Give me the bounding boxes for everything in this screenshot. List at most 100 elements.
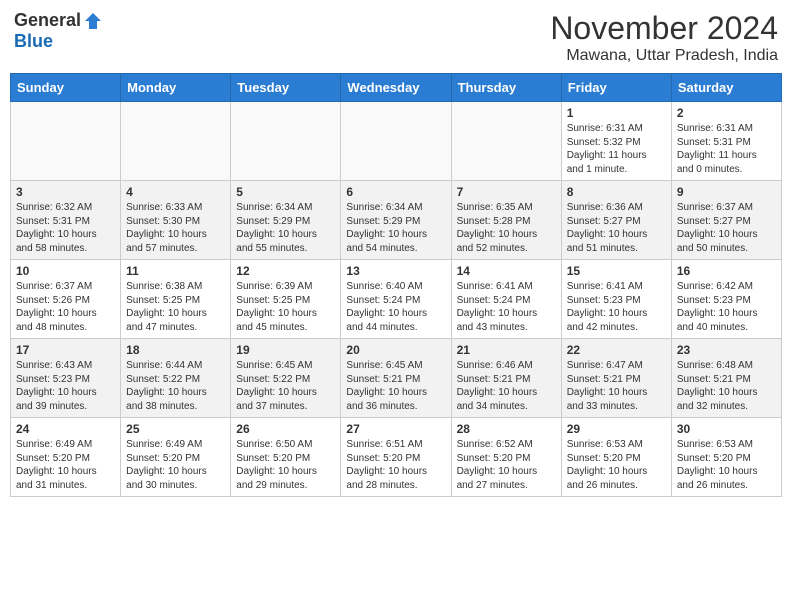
day-number: 1 [567, 106, 666, 120]
logo: General Blue [14, 10, 103, 52]
calendar-cell: 21 Sunrise: 6:46 AM Sunset: 5:21 PM Dayli… [451, 339, 561, 418]
calendar-cell: 24 Sunrise: 6:49 AM Sunset: 5:20 PM Dayli… [11, 418, 121, 497]
day-info: Sunrise: 6:43 AM Sunset: 5:23 PM Dayligh… [16, 359, 115, 413]
calendar-cell [11, 102, 121, 181]
day-info: Sunrise: 6:52 AM Sunset: 5:20 PM Dayligh… [457, 438, 556, 492]
calendar-cell: 28 Sunrise: 6:52 AM Sunset: 5:20 PM Dayli… [451, 418, 561, 497]
day-number: 9 [677, 185, 776, 199]
calendar-week-row: 3 Sunrise: 6:32 AM Sunset: 5:31 PM Daylig… [11, 181, 782, 260]
day-of-week-header: Monday [121, 74, 231, 102]
day-number: 18 [126, 343, 225, 357]
calendar-cell [231, 102, 341, 181]
day-info: Sunrise: 6:37 AM Sunset: 5:27 PM Dayligh… [677, 201, 776, 255]
day-number: 14 [457, 264, 556, 278]
day-number: 30 [677, 422, 776, 436]
day-info: Sunrise: 6:35 AM Sunset: 5:28 PM Dayligh… [457, 201, 556, 255]
calendar-header-row: SundayMondayTuesdayWednesdayThursdayFrid… [11, 74, 782, 102]
logo-icon [83, 11, 103, 31]
calendar-cell [451, 102, 561, 181]
page-header: General Blue November 2024 Mawana, Uttar… [10, 10, 782, 65]
day-info: Sunrise: 6:49 AM Sunset: 5:20 PM Dayligh… [16, 438, 115, 492]
day-of-week-header: Sunday [11, 74, 121, 102]
day-info: Sunrise: 6:42 AM Sunset: 5:23 PM Dayligh… [677, 280, 776, 334]
day-of-week-header: Wednesday [341, 74, 451, 102]
day-number: 22 [567, 343, 666, 357]
calendar-cell: 22 Sunrise: 6:47 AM Sunset: 5:21 PM Dayli… [561, 339, 671, 418]
location: Mawana, Uttar Pradesh, India [550, 47, 778, 65]
calendar-cell: 14 Sunrise: 6:41 AM Sunset: 5:24 PM Dayli… [451, 260, 561, 339]
day-info: Sunrise: 6:46 AM Sunset: 5:21 PM Dayligh… [457, 359, 556, 413]
day-number: 12 [236, 264, 335, 278]
day-number: 20 [346, 343, 445, 357]
day-info: Sunrise: 6:48 AM Sunset: 5:21 PM Dayligh… [677, 359, 776, 413]
day-number: 27 [346, 422, 445, 436]
day-number: 8 [567, 185, 666, 199]
calendar-cell: 20 Sunrise: 6:45 AM Sunset: 5:21 PM Dayli… [341, 339, 451, 418]
calendar-cell: 4Sunrise: 6:33 AM Sunset: 5:30 PM Daylig… [121, 181, 231, 260]
calendar-cell: 17 Sunrise: 6:43 AM Sunset: 5:23 PM Dayli… [11, 339, 121, 418]
day-info: Sunrise: 6:53 AM Sunset: 5:20 PM Dayligh… [677, 438, 776, 492]
calendar-week-row: 1 Sunrise: 6:31 AM Sunset: 5:32 PM Daylig… [11, 102, 782, 181]
title-block: November 2024 Mawana, Uttar Pradesh, Ind… [550, 10, 778, 65]
day-info: Sunrise: 6:45 AM Sunset: 5:21 PM Dayligh… [346, 359, 445, 413]
day-number: 26 [236, 422, 335, 436]
day-number: 23 [677, 343, 776, 357]
calendar-cell: 26 Sunrise: 6:50 AM Sunset: 5:20 PM Dayli… [231, 418, 341, 497]
day-number: 21 [457, 343, 556, 357]
day-info: Sunrise: 6:47 AM Sunset: 5:21 PM Dayligh… [567, 359, 666, 413]
day-info: Sunrise: 6:31 AM Sunset: 5:31 PM Dayligh… [677, 122, 776, 176]
calendar-cell: 5 Sunrise: 6:34 AM Sunset: 5:29 PM Daylig… [231, 181, 341, 260]
day-info: Sunrise: 6:45 AM Sunset: 5:22 PM Dayligh… [236, 359, 335, 413]
calendar-cell: 12 Sunrise: 6:39 AM Sunset: 5:25 PM Dayli… [231, 260, 341, 339]
calendar-cell: 16 Sunrise: 6:42 AM Sunset: 5:23 PM Dayli… [671, 260, 781, 339]
calendar-cell: 6 Sunrise: 6:34 AM Sunset: 5:29 PM Daylig… [341, 181, 451, 260]
day-number: 4 [126, 185, 225, 199]
day-of-week-header: Tuesday [231, 74, 341, 102]
month-title: November 2024 [550, 10, 778, 47]
calendar-cell: 19 Sunrise: 6:45 AM Sunset: 5:22 PM Dayli… [231, 339, 341, 418]
calendar-table: SundayMondayTuesdayWednesdayThursdayFrid… [10, 73, 782, 497]
day-of-week-header: Saturday [671, 74, 781, 102]
day-number: 5 [236, 185, 335, 199]
day-number: 24 [16, 422, 115, 436]
calendar-week-row: 10 Sunrise: 6:37 AM Sunset: 5:26 PM Dayli… [11, 260, 782, 339]
calendar-cell: 27 Sunrise: 6:51 AM Sunset: 5:20 PM Dayli… [341, 418, 451, 497]
day-of-week-header: Friday [561, 74, 671, 102]
calendar-cell: 8Sunrise: 6:36 AM Sunset: 5:27 PM Daylig… [561, 181, 671, 260]
logo-general-text: General [14, 10, 81, 31]
day-number: 16 [677, 264, 776, 278]
day-of-week-header: Thursday [451, 74, 561, 102]
calendar-body: 1 Sunrise: 6:31 AM Sunset: 5:32 PM Daylig… [11, 102, 782, 497]
day-info: Sunrise: 6:41 AM Sunset: 5:24 PM Dayligh… [457, 280, 556, 334]
day-number: 7 [457, 185, 556, 199]
day-number: 10 [16, 264, 115, 278]
calendar-cell: 18Sunrise: 6:44 AM Sunset: 5:22 PM Dayli… [121, 339, 231, 418]
day-info: Sunrise: 6:53 AM Sunset: 5:20 PM Dayligh… [567, 438, 666, 492]
day-info: Sunrise: 6:51 AM Sunset: 5:20 PM Dayligh… [346, 438, 445, 492]
day-info: Sunrise: 6:32 AM Sunset: 5:31 PM Dayligh… [16, 201, 115, 255]
calendar-cell: 7 Sunrise: 6:35 AM Sunset: 5:28 PM Daylig… [451, 181, 561, 260]
day-info: Sunrise: 6:34 AM Sunset: 5:29 PM Dayligh… [236, 201, 335, 255]
day-number: 17 [16, 343, 115, 357]
day-number: 15 [567, 264, 666, 278]
day-number: 3 [16, 185, 115, 199]
day-info: Sunrise: 6:34 AM Sunset: 5:29 PM Dayligh… [346, 201, 445, 255]
day-info: Sunrise: 6:41 AM Sunset: 5:23 PM Dayligh… [567, 280, 666, 334]
calendar-cell: 3 Sunrise: 6:32 AM Sunset: 5:31 PM Daylig… [11, 181, 121, 260]
day-info: Sunrise: 6:49 AM Sunset: 5:20 PM Dayligh… [126, 438, 225, 492]
calendar-cell: 9 Sunrise: 6:37 AM Sunset: 5:27 PM Daylig… [671, 181, 781, 260]
calendar-cell: 30 Sunrise: 6:53 AM Sunset: 5:20 PM Dayli… [671, 418, 781, 497]
calendar-week-row: 24 Sunrise: 6:49 AM Sunset: 5:20 PM Dayli… [11, 418, 782, 497]
day-info: Sunrise: 6:38 AM Sunset: 5:25 PM Dayligh… [126, 280, 225, 334]
day-info: Sunrise: 6:31 AM Sunset: 5:32 PM Dayligh… [567, 122, 666, 176]
calendar-cell [121, 102, 231, 181]
day-info: Sunrise: 6:50 AM Sunset: 5:20 PM Dayligh… [236, 438, 335, 492]
day-number: 6 [346, 185, 445, 199]
day-info: Sunrise: 6:39 AM Sunset: 5:25 PM Dayligh… [236, 280, 335, 334]
day-number: 28 [457, 422, 556, 436]
calendar-cell: 10 Sunrise: 6:37 AM Sunset: 5:26 PM Dayli… [11, 260, 121, 339]
day-number: 19 [236, 343, 335, 357]
day-info: Sunrise: 6:37 AM Sunset: 5:26 PM Dayligh… [16, 280, 115, 334]
day-number: 11 [126, 264, 225, 278]
day-number: 2 [677, 106, 776, 120]
